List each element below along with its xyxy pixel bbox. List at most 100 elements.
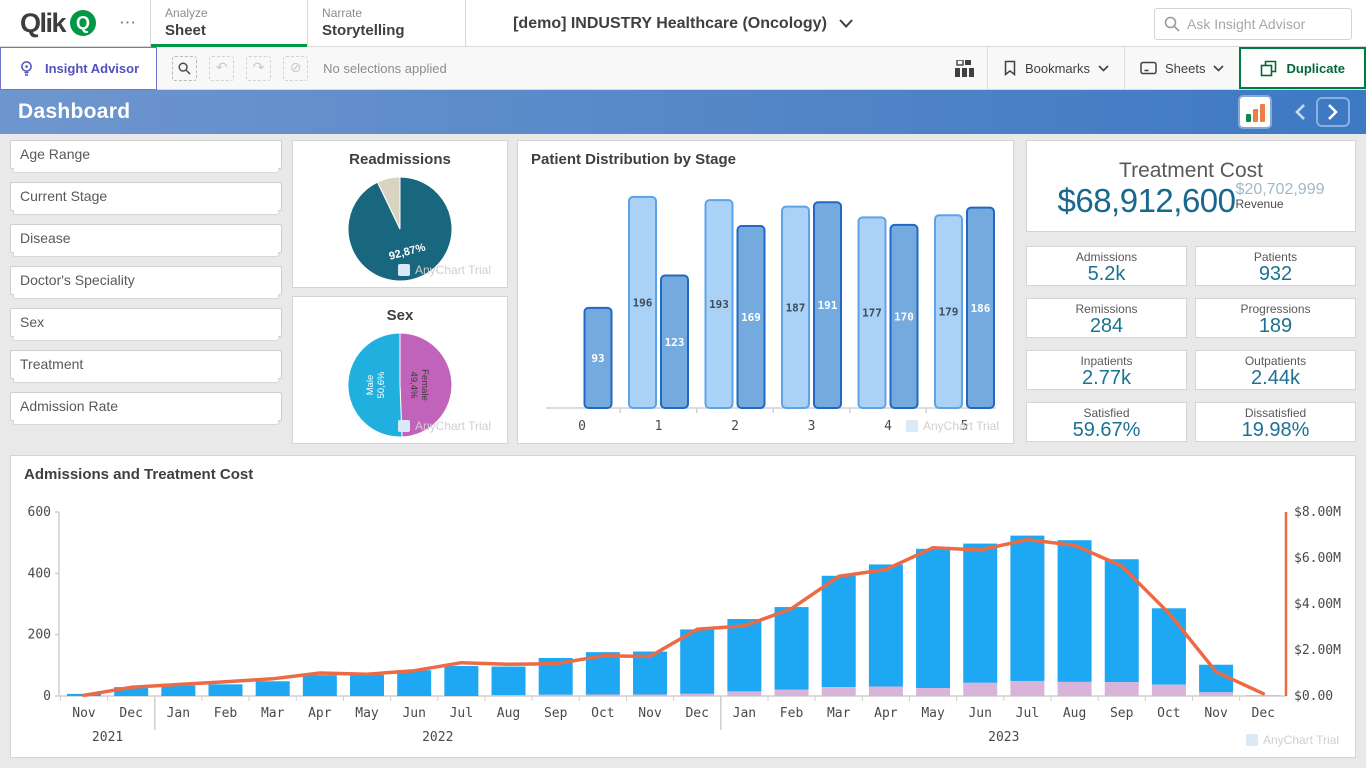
lightbulb-icon [18,60,35,77]
filter-treatment[interactable]: Treatment [10,350,282,379]
chevron-left-icon [1294,103,1306,121]
svg-text:$4.00M: $4.00M [1294,597,1341,612]
sheet-header: Dashboard [0,90,1366,134]
tab-label: Sheet [165,22,206,39]
tab-narrate-storytelling[interactable]: Narrate Storytelling [308,0,466,46]
top-bar: Qlik Q ⋯ Analyze Sheet Narrate Storytell… [0,0,1366,47]
svg-text:Oct: Oct [1157,706,1180,721]
treatment-cost-kpi: Treatment Cost $68,912,600 $20,702,999 R… [1026,140,1356,232]
svg-text:Feb: Feb [780,706,804,721]
sheet-thumbnail-icon[interactable] [1240,97,1270,127]
watermark: AnyChart Trial [398,419,491,433]
tab-analyze-sheet[interactable]: Analyze Sheet [150,0,308,46]
svg-text:Mar: Mar [827,706,851,721]
svg-text:4: 4 [884,419,892,434]
toolbar-right: Bookmarks Sheets Duplicate [941,47,1366,89]
svg-text:1: 1 [655,419,663,434]
svg-text:Jun: Jun [968,706,991,721]
svg-text:Male50,6%: Male50,6% [365,371,387,398]
svg-text:2021: 2021 [92,730,123,745]
search-input[interactable] [1187,16,1337,32]
redo-selection-button[interactable]: ↷ [246,56,271,81]
chevron-down-icon [1098,65,1109,72]
undo-selection-button[interactable]: ↶ [209,56,234,81]
kpi-admissions: Admissions5.2k [1026,246,1187,286]
anychart-icon [906,420,918,432]
svg-text:Nov: Nov [1204,706,1228,721]
filter-current-stage[interactable]: Current Stage [10,182,282,211]
grid-icon [954,60,974,77]
selection-tools: ↶ ↷ ⊘ [172,56,308,81]
svg-text:Jan: Jan [167,706,190,721]
sex-pie-panel: Sex Female49,4%Male50,6% AnyChart Trial [292,296,508,444]
svg-text:Oct: Oct [591,706,614,721]
kpi-title: Treatment Cost [1119,159,1263,183]
app-overview-button[interactable] [941,60,987,77]
svg-text:0: 0 [578,419,586,434]
svg-text:Aug: Aug [1063,706,1086,721]
dashboard-sheet: Age Range Current Stage Disease Doctor's… [0,134,1366,768]
insight-advisor-label: Insight Advisor [45,61,139,76]
ask-insight-advisor-search[interactable] [1154,8,1352,40]
anychart-icon [1246,734,1258,746]
watermark: AnyChart Trial [906,419,999,433]
svg-text:Mar: Mar [261,706,285,721]
svg-text:2023: 2023 [988,730,1019,745]
tab-label: Storytelling [322,22,405,39]
bookmark-icon [1003,60,1017,76]
anychart-icon [398,420,410,432]
next-sheet-button[interactable] [1316,97,1350,127]
previous-sheet-button[interactable] [1294,103,1306,121]
kpi-outpatients: Outpatients2.44k [1195,350,1356,390]
filter-admission-rate[interactable]: Admission Rate [10,392,282,421]
duplicate-button[interactable]: Duplicate [1239,47,1366,89]
svg-text:Female49,4%: Female49,4% [408,369,430,401]
svg-text:Apr: Apr [308,706,332,721]
svg-text:Feb: Feb [214,706,238,721]
filter-age-range[interactable]: Age Range [10,140,282,169]
kpi-progressions: Progressions189 [1195,298,1356,338]
search-icon [1164,16,1180,32]
svg-text:May: May [921,706,945,721]
bookmarks-dropdown[interactable]: Bookmarks [987,47,1124,89]
selections-toolbar: Insight Advisor ↶ ↷ ⊘ No selections appl… [0,47,1366,90]
chart-title: Patient Distribution by Stage [531,151,736,168]
kpi-dissatisfied: Dissatisfied19.98% [1195,402,1356,442]
sheet-icon [1140,61,1157,75]
tab-kicker: Narrate [322,6,465,21]
clear-selections-button[interactable]: ⊘ [283,56,308,81]
svg-text:Nov: Nov [72,706,96,721]
svg-text:Dec: Dec [1252,706,1275,721]
svg-text:Jul: Jul [1016,706,1039,721]
svg-text:Dec: Dec [119,706,142,721]
filter-sex[interactable]: Sex [10,308,282,337]
filter-doctors-speciality[interactable]: Doctor's Speciality [10,266,282,295]
stage-bar-chart[interactable]: 09311961232193169318719141771705179186 [518,141,1013,443]
svg-text:123: 123 [665,336,685,349]
watermark: AnyChart Trial [398,263,491,277]
mode-tabs: Analyze Sheet Narrate Storytelling [150,0,466,46]
admissions-treatment-cost-chart[interactable]: 0200400600$0.00$2.00M$4.00M$6.00M$8.00MN… [11,456,1355,757]
kpi-secondary-label: Revenue [1236,198,1325,211]
filter-disease[interactable]: Disease [10,224,282,253]
kpi-secondary-value: $20,702,999 [1236,181,1325,198]
svg-text:169: 169 [741,311,761,324]
chart-title: Admissions and Treatment Cost [24,466,253,483]
undo-icon: ↶ [216,60,228,76]
svg-text:191: 191 [818,299,838,312]
svg-text:$6.00M: $6.00M [1294,551,1341,566]
svg-text:2: 2 [731,419,739,434]
kpi-inpatients: Inpatients2.77k [1026,350,1187,390]
sheets-dropdown[interactable]: Sheets [1124,47,1239,89]
kpi-remissions: Remissions284 [1026,298,1187,338]
more-menu-icon[interactable]: ⋯ [106,13,150,33]
search-selections-icon [178,62,191,75]
svg-text:196: 196 [633,296,653,309]
svg-text:187: 187 [786,301,806,314]
svg-text:Jun: Jun [402,706,425,721]
app-title-dropdown[interactable]: [demo] INDUSTRY Healthcare (Oncology) [513,0,853,47]
insight-advisor-button[interactable]: Insight Advisor [0,47,157,90]
app-title: [demo] INDUSTRY Healthcare (Oncology) [513,15,827,33]
sheets-label: Sheets [1165,61,1205,76]
smart-search-button[interactable] [172,56,197,81]
